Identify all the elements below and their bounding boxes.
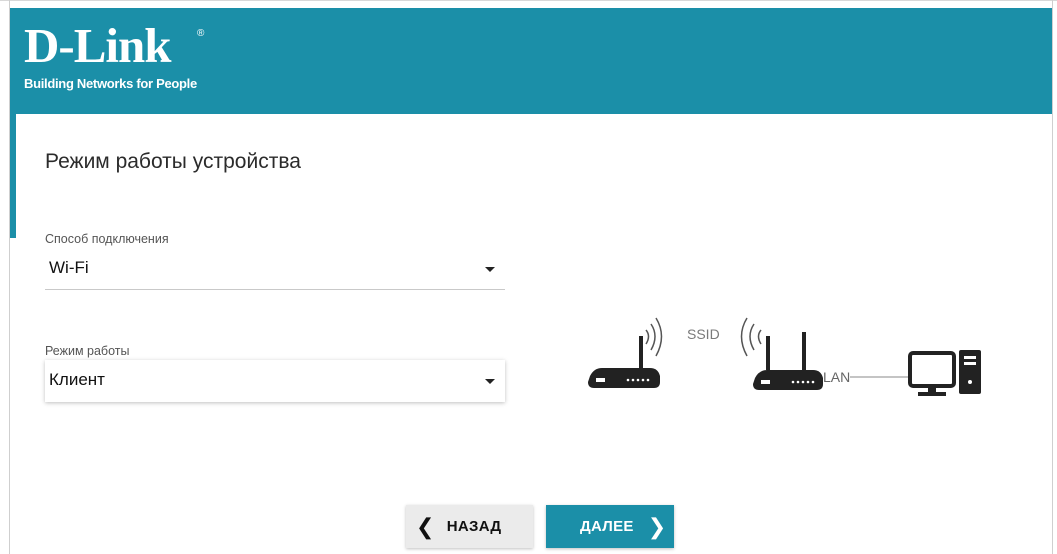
page-title: Режим работы устройства xyxy=(45,150,301,173)
brand-registered-mark: ® xyxy=(197,28,205,39)
dropdown-caret-icon xyxy=(485,379,495,384)
mode-diagram: SSID LAN xyxy=(580,308,1000,408)
back-button-label: НАЗАД xyxy=(446,518,502,535)
header-bar: D-Link ® Building Networks for People xyxy=(10,8,1052,114)
connection-method-select[interactable]: Wi-Fi xyxy=(45,248,505,290)
computer-icon xyxy=(908,350,981,396)
operation-mode-value: Клиент xyxy=(49,370,105,389)
brand-tagline: Building Networks for People xyxy=(24,76,197,91)
brand-logo: D-Link xyxy=(24,18,172,73)
next-button[interactable]: ДАЛЕЕ ❯ xyxy=(546,505,674,548)
operation-mode-select[interactable]: Клиент xyxy=(45,360,505,402)
router-icon xyxy=(588,336,660,388)
connection-method-label: Способ подключения xyxy=(45,232,169,246)
accent-strip xyxy=(10,114,16,238)
dropdown-caret-icon xyxy=(485,267,495,272)
wifi-waves-icon xyxy=(645,317,663,357)
back-button[interactable]: ❮ НАЗАД xyxy=(406,505,533,548)
ssid-label: SSID xyxy=(687,326,720,342)
operation-mode-label: Режим работы xyxy=(45,344,130,358)
wifi-waves-icon xyxy=(740,317,762,357)
router-icon xyxy=(753,332,823,390)
connection-method-value: Wi-Fi xyxy=(49,258,89,277)
chevron-left-icon: ❮ xyxy=(416,513,435,539)
page-frame-top xyxy=(0,0,1057,1)
page-frame-right xyxy=(1052,0,1053,554)
chevron-right-icon: ❯ xyxy=(647,513,667,539)
lan-label: LAN xyxy=(823,369,851,385)
next-button-label: ДАЛЕЕ xyxy=(580,518,634,535)
